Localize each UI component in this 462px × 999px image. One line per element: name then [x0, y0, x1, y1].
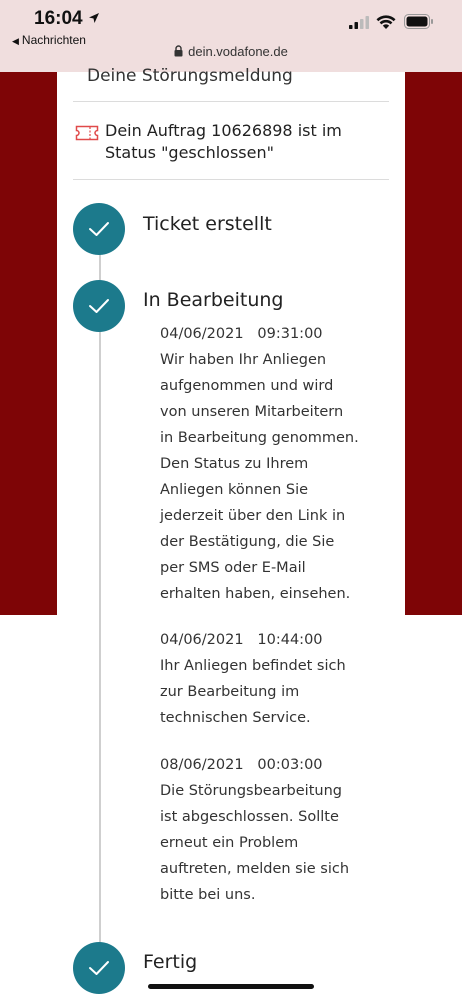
checkmark-icon	[89, 961, 109, 975]
step-title-in-progress: In Bearbeitung	[143, 289, 284, 311]
divider	[73, 179, 389, 180]
checkmark-icon	[89, 222, 109, 236]
order-status-text: Dein Auftrag 10626898 ist im Status "ges…	[105, 121, 342, 162]
ticket-icon	[75, 125, 99, 141]
battery-icon	[404, 14, 433, 29]
status-entry: 08/06/2021 00:03:00 Die Störungsbearbeit…	[160, 752, 360, 908]
entry-datetime: 04/06/2021 09:31:00	[160, 326, 323, 342]
entry-datetime: 04/06/2021 10:44:00	[160, 632, 323, 648]
status-entry: 04/06/2021 09:31:00 Wir haben Ihr Anlieg…	[160, 321, 360, 607]
timeline-connector	[99, 328, 101, 943]
entry-text: Wir haben Ihr Anliegen aufgenommen und w…	[160, 352, 359, 602]
entry-text: Ihr Anliegen befindet sich zur Bearbeitu…	[160, 658, 346, 726]
step-title-ticket-created: Ticket erstellt	[143, 213, 272, 235]
step-complete-badge	[73, 942, 125, 994]
status-entry: 04/06/2021 10:44:00 Ihr Anliegen befinde…	[160, 627, 360, 731]
signal-icon	[349, 16, 369, 29]
timeline-connector	[99, 252, 101, 282]
location-arrow-icon	[89, 13, 99, 23]
lock-icon	[174, 45, 183, 57]
section-heading: Deine Störungsmeldung	[87, 66, 293, 86]
home-indicator[interactable]	[148, 984, 314, 989]
step-title-done: Fertig	[143, 951, 198, 973]
step-complete-badge	[73, 280, 125, 332]
entry-text: Die Störungsbearbeitung ist abgeschlosse…	[160, 783, 350, 903]
url-text: dein.vodafone.de	[188, 44, 288, 59]
url-bar[interactable]: dein.vodafone.de	[0, 44, 462, 59]
checkmark-icon	[89, 299, 109, 313]
entry-datetime: 08/06/2021 00:03:00	[160, 757, 323, 773]
wifi-icon	[376, 15, 396, 29]
divider	[73, 101, 389, 102]
clock-time: 16:04	[34, 8, 83, 29]
status-bar: 16:04 ◀ Nachrichten dein.vodafone.de	[0, 0, 462, 72]
step-complete-badge	[73, 203, 125, 255]
